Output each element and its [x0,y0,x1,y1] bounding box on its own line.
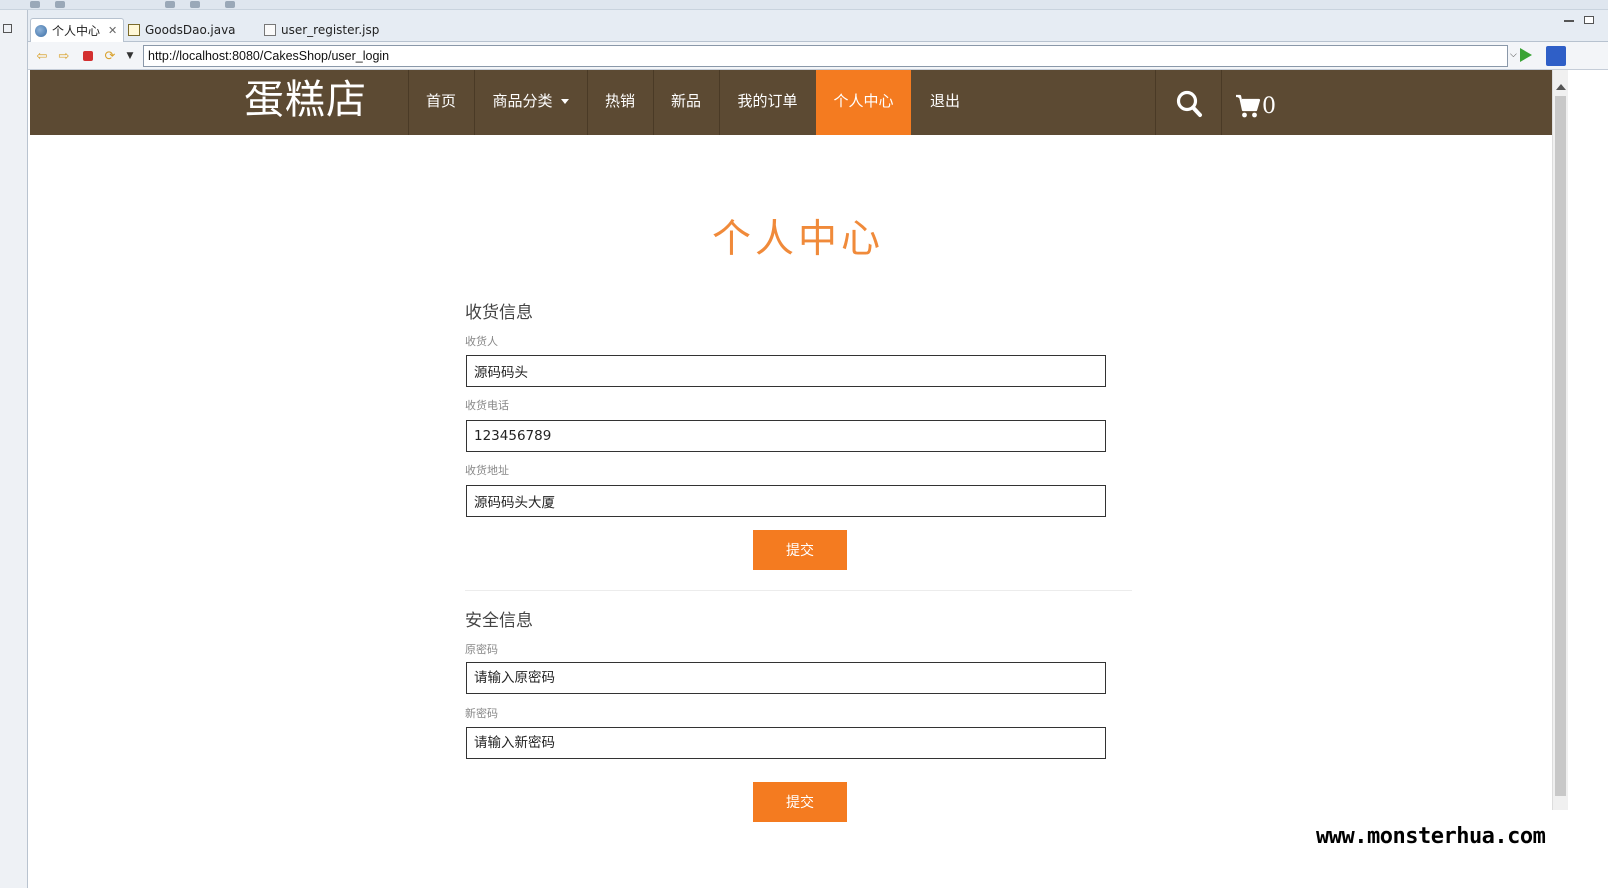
nav-divider [1221,70,1222,135]
stop-icon[interactable] [80,48,96,64]
old-password-input[interactable] [466,662,1106,694]
back-arrow-icon[interactable]: ⇦ [34,48,50,64]
nav-home[interactable]: 首页 [408,70,474,135]
watermark: www.monsterhua.com [1310,822,1608,856]
phone-input[interactable] [466,420,1106,452]
phone-label: 收货电话 [465,399,509,412]
address-label: 收货地址 [465,464,509,477]
ide-left-panel [0,10,28,888]
toolbar-icon[interactable] [165,1,175,8]
nav-new[interactable]: 新品 [653,70,719,135]
cart-count: 0 [1262,94,1276,119]
nav-divider [1155,70,1156,135]
tab-label: GoodsDao.java [145,23,236,37]
vertical-scrollbar[interactable] [1552,70,1568,810]
shipping-section-title: 收货信息 [465,303,533,323]
old-password-label: 原密码 [465,643,498,656]
toolbar-icon[interactable] [225,1,235,8]
url-dropdown-icon[interactable]: ⌵ [1510,50,1517,60]
tab-user-register-jsp[interactable]: user_register.jsp [264,18,379,42]
nav-categories[interactable]: 商品分类 [474,70,587,135]
caret-down-icon [560,99,569,104]
new-password-input[interactable] [466,727,1106,759]
jsp-file-icon [264,24,276,36]
minimize-icon[interactable] [1564,20,1574,22]
window-controls [1564,16,1594,24]
java-file-icon [128,24,140,36]
external-browser-icon[interactable] [1546,46,1566,66]
tab-profile-page[interactable]: 个人中心 ✕ [30,18,125,42]
nav-hot[interactable]: 热销 [587,70,653,135]
browser-toolbar: ⇦ ⇨ ⟳ ▼ ⌵ [28,42,1608,70]
toolbar-icon[interactable] [30,1,40,8]
tab-label: user_register.jsp [281,23,380,37]
nav-orders[interactable]: 我的订单 [719,70,816,135]
globe-icon [35,24,47,37]
search-icon[interactable] [1174,86,1204,120]
security-section-title: 安全信息 [465,611,533,631]
go-icon[interactable] [1520,48,1532,62]
page-title: 个人中心 [711,217,884,262]
nav-logout[interactable]: 退出 [911,70,979,135]
scroll-thumb[interactable] [1555,96,1566,796]
scroll-up-icon[interactable] [1556,84,1566,90]
new-password-label: 新密码 [465,707,498,720]
maximize-icon[interactable] [1584,16,1594,24]
tab-goodsdao-java[interactable]: GoodsDao.java [128,18,236,42]
cart-button[interactable]: 0 [1235,84,1276,120]
toolbar-icon[interactable] [190,1,200,8]
forward-arrow-icon[interactable]: ⇨ [56,48,72,64]
nav-profile[interactable]: 个人中心 [816,70,911,135]
ide-toolbar-strip [0,0,1608,10]
url-input[interactable] [143,45,1508,67]
address-input[interactable] [466,485,1106,517]
section-divider [465,590,1132,591]
restore-icon[interactable] [3,24,12,33]
refresh-icon[interactable]: ⟳ [102,48,118,64]
receiver-label: 收货人 [465,335,498,348]
tab-label: 个人中心 [52,24,101,38]
cart-icon [1236,94,1261,118]
toolbar-icon[interactable] [55,1,65,8]
editor-tab-bar: 个人中心 ✕ GoodsDao.java user_register.jsp [28,10,1608,42]
close-icon[interactable]: ✕ [108,24,117,37]
receiver-input[interactable] [466,355,1106,387]
nav-categories-label: 商品分类 [492,92,553,110]
chevron-down-icon[interactable]: ▼ [122,48,138,64]
site-navbar: 蛋糕店 首页 商品分类 热销 新品 我的订单 个人中心 退出 0 [30,70,1552,135]
web-page: 蛋糕店 首页 商品分类 热销 新品 我的订单 个人中心 退出 0 个人中心 收货… [28,70,1552,888]
shipping-submit-button[interactable]: 提交 [753,530,847,570]
password-submit-button[interactable]: 提交 [753,782,847,822]
site-logo[interactable]: 蛋糕店 [244,72,367,128]
